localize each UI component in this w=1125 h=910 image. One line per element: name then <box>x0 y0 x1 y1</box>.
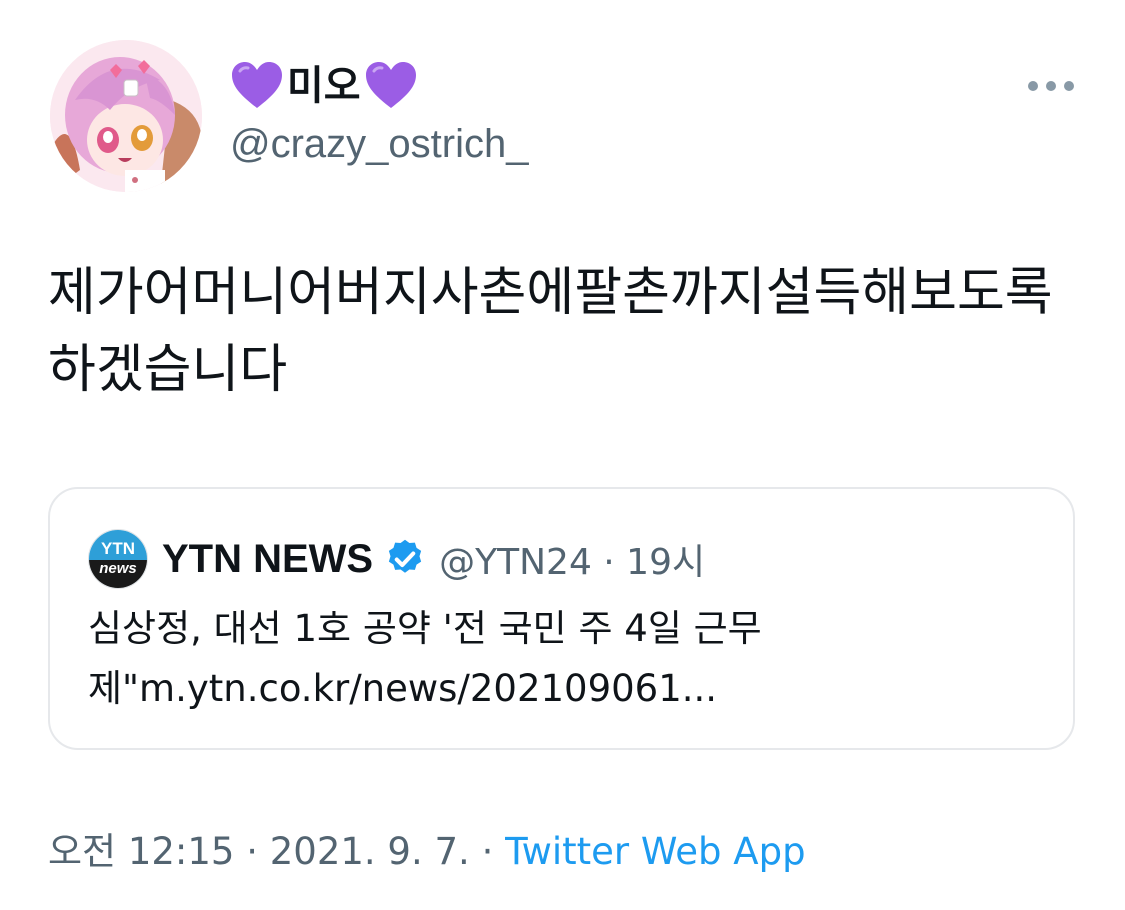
timestamp[interactable]: 오전 12:15 · 2021. 9. 7. · <box>48 830 505 873</box>
more-options-icon[interactable] <box>1028 76 1074 96</box>
author-handle[interactable]: @crazy_ostrich_ <box>230 118 528 170</box>
purple-heart-icon <box>232 62 282 108</box>
avatar[interactable] <box>50 40 202 192</box>
verified-badge-icon <box>388 539 422 573</box>
dot <box>1028 81 1038 91</box>
source-link[interactable]: Twitter Web App <box>505 830 805 873</box>
quoted-tweet-text: 심상정, 대선 1호 공약 '전 국민 주 4일 근무 제"m.ytn.co.k… <box>88 607 762 710</box>
tweet-text: 제가어머니어버지사촌에팔촌까지설득해보도록하겠습니다 <box>48 263 1053 400</box>
quoted-author-name[interactable]: YTN NEWS <box>162 537 373 582</box>
avatar-image <box>50 40 202 192</box>
quoted-tweet[interactable]: YTN news YTN NEWS @YTN24 · 19시 심상정, 대선 1… <box>48 487 1075 750</box>
logo-text-bottom: news <box>89 559 147 588</box>
dot <box>1064 81 1074 91</box>
quoted-handle-time: @YTN24 · 19시 <box>439 542 706 583</box>
ytn-logo-avatar[interactable]: YTN news <box>88 529 148 589</box>
purple-heart-icon <box>365 62 416 108</box>
logo-text-top: YTN <box>89 530 147 560</box>
display-name[interactable]: 미오 <box>287 58 361 114</box>
tweet-footer: 오전 12:15 · 2021. 9. 7. · Twitter Web App <box>48 826 806 878</box>
dot <box>1046 81 1056 91</box>
quoted-tweet-header: YTN news YTN NEWS @YTN24 · 19시 <box>88 529 706 589</box>
author-name-row[interactable]: 미오 <box>230 58 418 114</box>
